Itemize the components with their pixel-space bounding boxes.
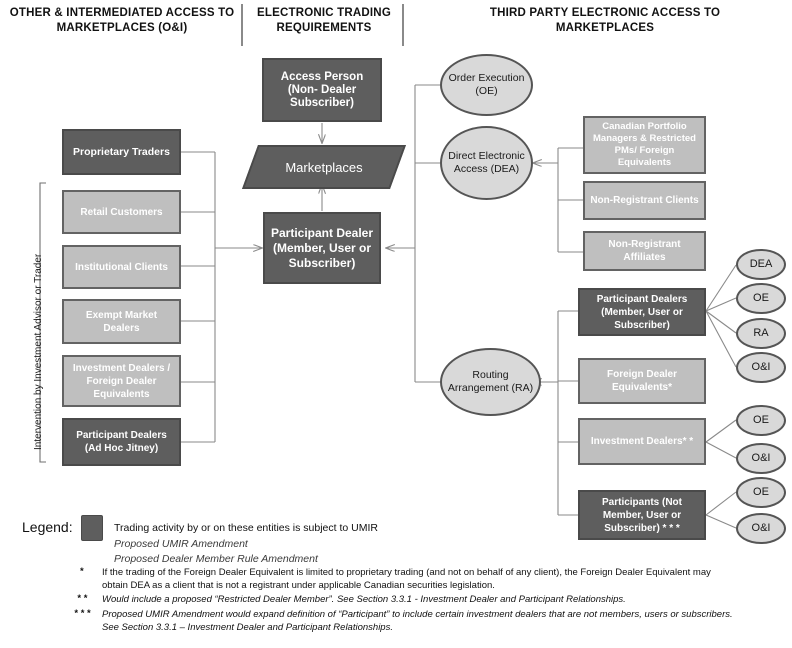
footnote-3-mark: * * * [74,608,91,619]
node-proprietary-traders-label: Proprietary Traders [73,145,170,158]
ellipse-pd-oi[interactable]: O&I [736,352,786,383]
ellipse-pd-oe-label: OE [753,292,769,304]
legend-line-dealer-rule-amendment: Proposed Dealer Member Rule Amendment [114,553,318,565]
legend-title: Legend: [22,519,73,535]
ellipse-pd-ra[interactable]: RA [736,318,786,349]
node-participant-dealer-label: Participant Dealer (Member, User or Subs… [270,225,374,270]
node-proprietary-traders[interactable]: Proprietary Traders [62,129,181,175]
footnote-2-line1: Would include a proposed “Restricted Dea… [102,594,626,605]
header-divider-left [241,4,243,46]
ellipse-id-oi[interactable]: O&I [736,443,786,474]
node-ra-participant-dealers-label: Participant Dealers (Member, User or Sub… [596,293,688,331]
legend-swatch [81,515,103,541]
node-non-registrant-affiliates[interactable]: Non-Registrant Affiliates [583,231,706,271]
node-retail-customers-label: Retail Customers [80,206,163,218]
header-right: THIRD PARTY ELECTRONIC ACCESS TO MARKETP… [489,7,721,34]
ellipse-dea-label: Direct Electronic Access (DEA) [448,150,525,175]
node-canadian-portfolio-managers-label: Canadian Portfolio Managers & Restricted… [593,121,696,168]
node-participants-not-member[interactable]: Participants (Not Member, User or Subscr… [578,490,706,540]
node-foreign-dealer-equivalents[interactable]: Foreign Dealer Equivalents* [578,358,706,404]
legend-line-umir-amendment: Proposed UMIR Amendment [114,538,248,550]
ellipse-pd-oi-label: O&I [751,361,771,373]
ellipse-pnm-oe[interactable]: OE [736,477,786,508]
ellipse-id-oi-label: O&I [751,452,771,464]
ellipse-order-execution[interactable]: Order Execution (OE) [440,54,533,116]
header-left: OTHER & INTERMEDIATED ACCESS TO MARKETPL… [9,7,235,34]
ellipse-pnm-oe-label: OE [753,486,769,498]
ellipse-pd-oe[interactable]: OE [736,283,786,314]
ellipse-id-oe[interactable]: OE [736,405,786,436]
ellipse-direct-electronic-access[interactable]: Direct Electronic Access (DEA) [440,126,533,200]
footnote-1-line1: If the trading of the Foreign Dealer Equ… [102,567,711,578]
node-non-registrant-affiliates-label: Non-Registrant Affiliates [608,239,681,263]
node-foreign-dealer-equivalents-label: Foreign Dealer Equivalents* [606,369,678,393]
node-institutional-clients[interactable]: Institutional Clients [62,245,181,289]
ellipse-id-oe-label: OE [753,414,769,426]
footnote-1-line2: obtain DEA as a client that is not a reg… [102,580,495,591]
ellipse-pnm-oi[interactable]: O&I [736,513,786,544]
node-exempt-market-dealers-label: Exempt Market Dealers [85,309,158,334]
header-divider-right [402,4,404,46]
ellipse-ra-label: Routing Arrangement (RA) [447,369,534,394]
node-non-registrant-clients[interactable]: Non-Registrant Clients [583,181,706,220]
node-participant-dealers-jitney[interactable]: Participant Dealers (Ad Hoc Jitney) [62,418,181,466]
ellipse-order-execution-label: Order Execution (OE) [448,72,525,97]
node-marketplaces-label: Marketplaces [285,159,363,175]
footnote-2-mark: * * [77,593,88,604]
node-ra-investment-dealers-label: Investment Dealers* * [590,436,694,447]
footnote-1-mark: * [80,566,84,577]
node-investment-dealers-foreign[interactable]: Investment Dealers / Foreign Dealer Equi… [62,355,181,407]
node-non-registrant-clients-label: Non-Registrant Clients [590,195,699,206]
intervention-label: Intervention by Investment Advisor or Tr… [33,253,44,450]
legend-line-umir: Trading activity by or on these entities… [114,522,378,534]
ellipse-routing-arrangement[interactable]: Routing Arrangement (RA) [440,348,541,416]
diagram-canvas: OTHER & INTERMEDIATED ACCESS TO MARKETPL… [0,0,792,648]
node-canadian-portfolio-managers[interactable]: Canadian Portfolio Managers & Restricted… [583,116,706,174]
node-institutional-clients-label: Institutional Clients [75,261,168,273]
node-participant-dealer[interactable]: Participant Dealer (Member, User or Subs… [263,212,381,284]
node-ra-participant-dealers[interactable]: Participant Dealers (Member, User or Sub… [578,288,706,336]
node-marketplaces[interactable]: Marketplaces [241,145,407,189]
ellipse-pd-dea-label: DEA [749,258,773,270]
ellipse-pnm-oi-label: O&I [751,522,771,534]
node-access-person-label: Access Person (Non- Dealer Subscriber) [280,70,364,109]
node-participants-not-member-label: Participants (Not Member, User or Subscr… [601,496,682,534]
header-center: ELECTRONIC TRADING REQUIREMENTS [257,7,391,34]
ellipse-pd-ra-label: RA [753,327,769,339]
node-investment-dealers-foreign-label: Investment Dealers / Foreign Dealer Equi… [72,362,171,400]
footnote-3-line1: Proposed UMIR Amendment would expand def… [102,609,733,620]
node-ra-investment-dealers[interactable]: Investment Dealers* * [578,418,706,465]
node-retail-customers[interactable]: Retail Customers [62,190,181,234]
node-access-person[interactable]: Access Person (Non- Dealer Subscriber) [262,58,382,122]
node-participant-dealers-jitney-label: Participant Dealers (Ad Hoc Jitney) [76,430,167,454]
node-exempt-market-dealers[interactable]: Exempt Market Dealers [62,299,181,344]
ellipse-pd-dea[interactable]: DEA [736,249,786,280]
footnote-3-line2: See Section 3.3.1 – Investment Dealer an… [102,622,393,633]
